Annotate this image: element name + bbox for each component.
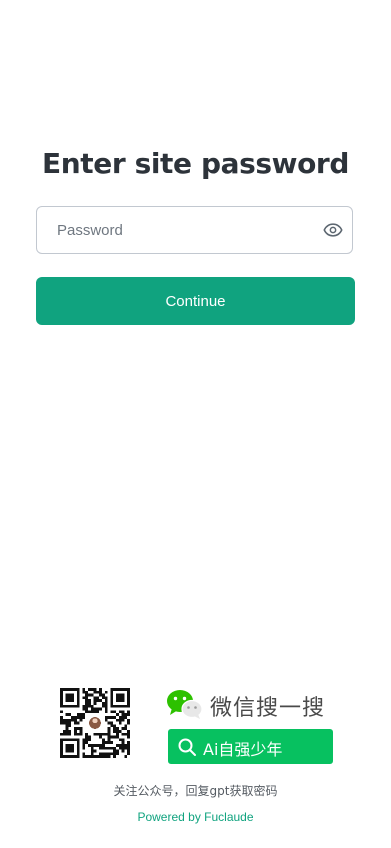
search-keyword: Ai自强少年 <box>203 740 283 759</box>
wechat-logo-icon <box>166 688 204 720</box>
qr-code <box>60 688 130 758</box>
password-field <box>36 206 353 254</box>
password-input[interactable] <box>37 207 307 253</box>
eye-icon[interactable] <box>322 219 344 241</box>
wechat-search-box: Ai自强少年 <box>168 729 333 764</box>
page-title: Enter site password <box>41 147 349 180</box>
powered-by-link[interactable]: Powered by Fuclaude <box>0 810 391 824</box>
wechat-search-label: 微信搜一搜 <box>210 696 326 721</box>
wechat-search-banner: 微信搜一搜 Ai自强少年 <box>166 688 336 768</box>
follow-hint: 关注公众号，回复gpt获取密码 <box>113 784 278 798</box>
search-icon <box>177 737 197 757</box>
continue-button[interactable]: Continue <box>36 277 355 325</box>
